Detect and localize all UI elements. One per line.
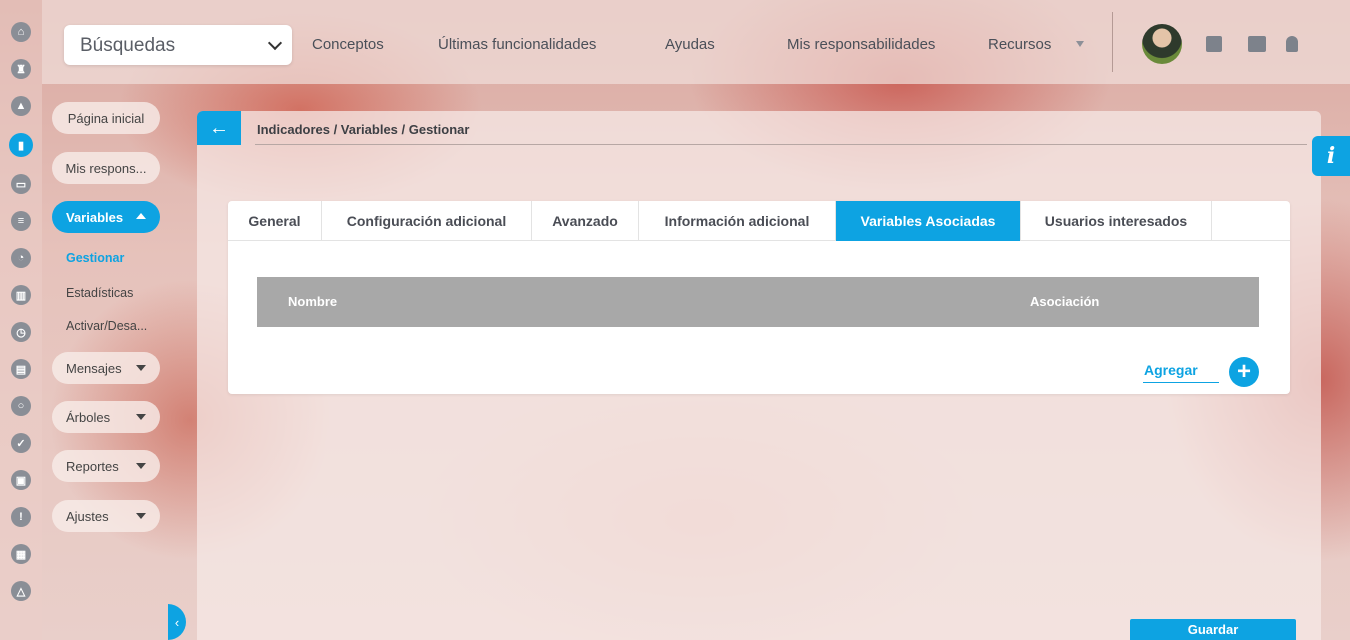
- add-link[interactable]: Agregar: [1144, 362, 1198, 378]
- castle-icon[interactable]: ♜: [11, 59, 31, 79]
- sidebar-reportes[interactable]: Reportes: [52, 450, 160, 482]
- arrow-left-icon: ←: [209, 116, 229, 139]
- breadcrumb: Indicadores / Variables / Gestionar: [257, 122, 470, 137]
- tab-informacion-adicional[interactable]: Información adicional: [639, 201, 836, 241]
- clock-icon[interactable]: ◷: [11, 322, 31, 342]
- sidebar-variables-label: Variables: [66, 209, 124, 225]
- calendar-icon[interactable]: [1206, 36, 1222, 52]
- back-button[interactable]: ←: [197, 111, 241, 145]
- sidebar-mensajes[interactable]: Mensajes: [52, 352, 160, 384]
- tab-avanzado[interactable]: Avanzado: [532, 201, 639, 241]
- books-icon[interactable]: ▥: [11, 285, 31, 305]
- info-button[interactable]: i: [1312, 136, 1350, 176]
- sidebar-ajustes-label: Ajustes: [66, 508, 109, 524]
- column-nombre[interactable]: Nombre: [288, 294, 337, 309]
- sidebar-sub-activar[interactable]: Activar/Desa...: [66, 319, 147, 333]
- add-underline: [1143, 382, 1219, 383]
- sidebar-reportes-label: Reportes: [66, 458, 119, 474]
- nav-ayudas[interactable]: Ayudas: [665, 36, 715, 53]
- nav-ultimas-funcionalidades[interactable]: Últimas funcionalidades: [438, 36, 596, 53]
- tabs-card: General Configuración adicional Avanzado…: [228, 201, 1290, 394]
- network-icon[interactable]: △: [11, 581, 31, 601]
- avatar[interactable]: [1142, 24, 1182, 64]
- tab-variables-asociadas[interactable]: Variables Asociadas: [836, 201, 1021, 241]
- nav-recursos[interactable]: Recursos: [988, 36, 1051, 53]
- pie-icon[interactable]: ◔: [11, 248, 31, 268]
- bell-icon[interactable]: [1286, 36, 1298, 52]
- nav-conceptos[interactable]: Conceptos: [312, 36, 384, 53]
- caret-down-icon: [136, 365, 146, 371]
- books-icon[interactable]: [1248, 36, 1266, 52]
- sidebar-mensajes-label: Mensajes: [66, 360, 122, 376]
- icon-rail: ⌂ ♜ ▲ ▮ ▭ ≡ ◔ ▥ ◷ ▤ ○ ✓ ▣ ! ▦ △: [0, 0, 42, 640]
- sidebar-home-label: Página inicial: [67, 110, 145, 126]
- recursos-caret-icon: [1076, 41, 1084, 47]
- chart-icon[interactable]: ▮: [9, 133, 33, 157]
- warning-icon[interactable]: !: [11, 507, 31, 527]
- caret-down-icon: [136, 463, 146, 469]
- save-button[interactable]: Guardar: [1130, 619, 1296, 640]
- sidebar-arboles[interactable]: Árboles: [52, 401, 160, 433]
- nav-mis-responsabilidades[interactable]: Mis responsabilidades: [787, 36, 935, 53]
- caret-down-icon: [136, 414, 146, 420]
- check-icon[interactable]: ✓: [11, 433, 31, 453]
- calendar-icon[interactable]: ▦: [11, 544, 31, 564]
- chevron-down-icon: [267, 35, 283, 51]
- grid-header: Nombre Asociación: [257, 277, 1259, 327]
- cycle-icon[interactable]: ○: [11, 396, 31, 416]
- caret-down-icon: [136, 513, 146, 519]
- top-divider: [1112, 12, 1113, 72]
- tab-general[interactable]: General: [228, 201, 322, 241]
- collapse-sidebar-button[interactable]: ‹: [168, 604, 186, 640]
- save-label: Guardar: [1187, 622, 1239, 637]
- top-bar: Búsquedas Conceptos Últimas funcionalida…: [42, 0, 1350, 84]
- tab-usuarios-interesados[interactable]: Usuarios interesados: [1021, 201, 1212, 241]
- sidebar-arboles-label: Árboles: [66, 409, 111, 425]
- document-icon[interactable]: ▤: [11, 359, 31, 379]
- column-asociacion[interactable]: Asociación: [1030, 294, 1099, 309]
- sidebar-variables[interactable]: Variables: [52, 201, 160, 233]
- plus-icon: +: [1236, 358, 1251, 385]
- caret-up-icon: [136, 213, 146, 219]
- search-dropdown[interactable]: Búsquedas: [64, 25, 292, 65]
- pyramid-icon[interactable]: ▲: [11, 96, 31, 116]
- sidebar-responsibilities[interactable]: Mis respons...: [52, 152, 160, 184]
- tab-configuracion-adicional[interactable]: Configuración adicional: [322, 201, 532, 241]
- sidebar-ajustes[interactable]: Ajustes: [52, 500, 160, 532]
- tab-bar: General Configuración adicional Avanzado…: [228, 201, 1290, 241]
- sidebar-sub-estadisticas[interactable]: Estadísticas: [66, 286, 133, 300]
- sidebar-home[interactable]: Página inicial: [52, 102, 160, 134]
- search-label: Búsquedas: [80, 35, 176, 56]
- briefcase-icon[interactable]: ▣: [11, 470, 31, 490]
- sidebar-sub-gestionar[interactable]: Gestionar: [66, 251, 124, 265]
- info-icon: i: [1326, 143, 1336, 169]
- presentation-icon[interactable]: ▭: [11, 174, 31, 194]
- breadcrumb-divider: [255, 144, 1307, 145]
- add-button[interactable]: +: [1229, 357, 1259, 387]
- list-icon[interactable]: ≡: [11, 211, 31, 231]
- sidebar-responsibilities-label: Mis respons...: [65, 160, 147, 176]
- home-icon[interactable]: ⌂: [11, 22, 31, 42]
